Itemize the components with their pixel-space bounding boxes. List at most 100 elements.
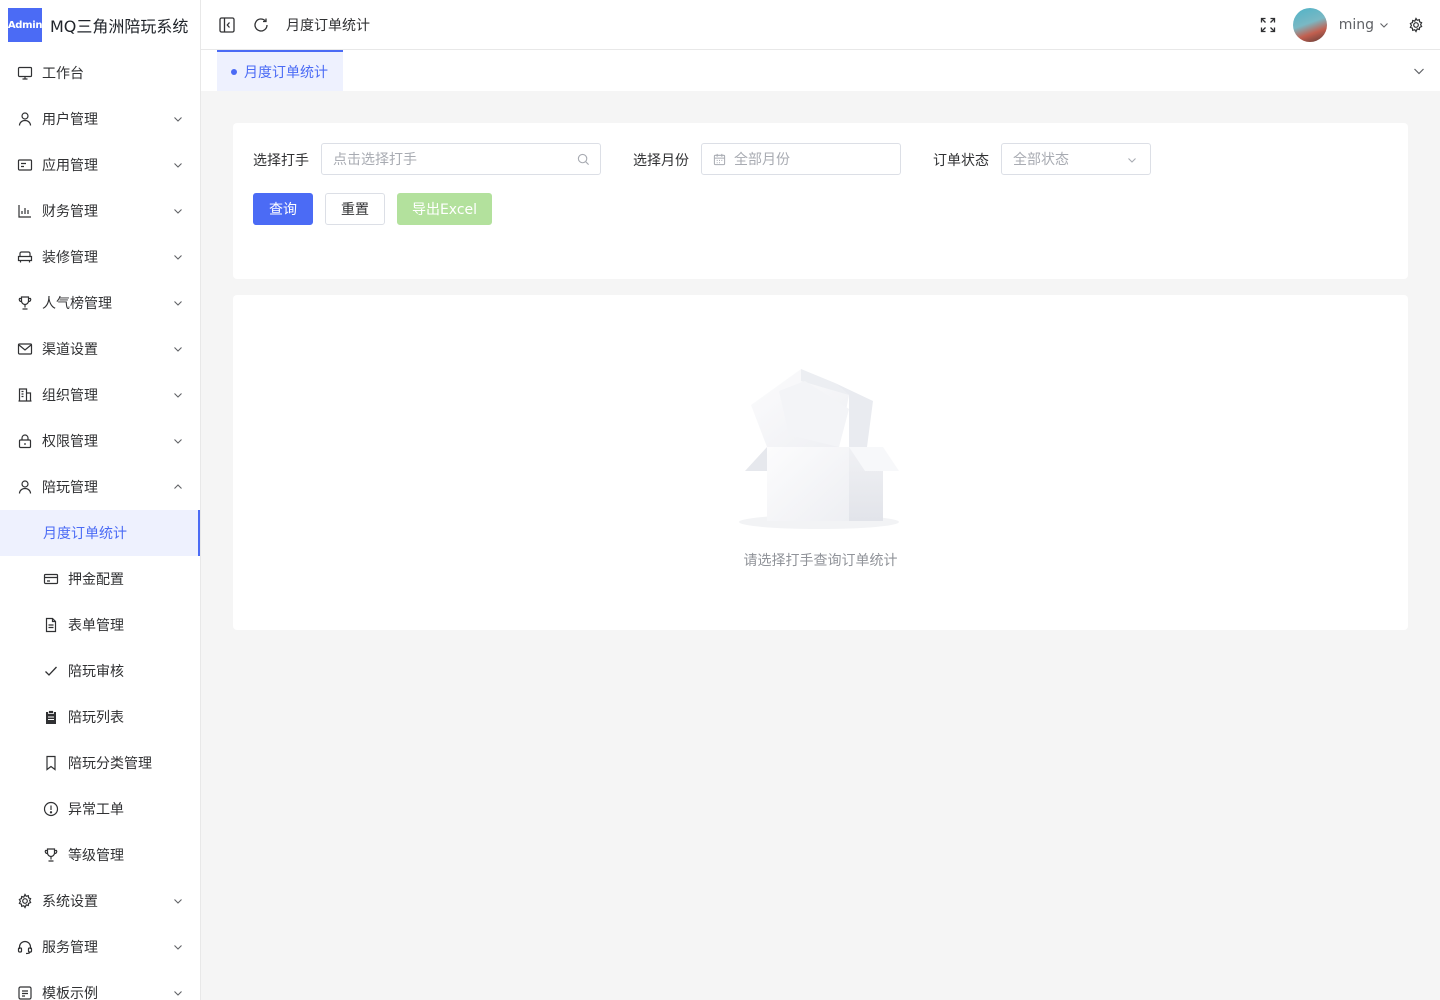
empty-box-illustration	[739, 369, 899, 529]
credit-card-icon	[43, 573, 59, 585]
sidebar-item-channel-settings[interactable]: 渠道设置	[0, 326, 200, 372]
sidebar-item-label: 押金配置	[68, 572, 124, 588]
lock-icon	[18, 434, 32, 449]
clipboard-icon	[46, 710, 56, 724]
sidebar-item-label: 陪玩管理	[42, 480, 98, 496]
document-icon	[45, 617, 57, 633]
sidebar-item-permission-management[interactable]: 权限管理	[0, 418, 200, 464]
query-button[interactable]: 查询	[253, 193, 313, 225]
sidebar-item-label: 等级管理	[68, 848, 124, 864]
chevron-down-icon[interactable]	[1412, 64, 1426, 78]
refresh-icon[interactable]	[252, 16, 270, 34]
app-logo[interactable]: Admin MQ三角洲陪玩系统	[0, 0, 200, 50]
sidebar-item-system-settings[interactable]: 系统设置	[0, 878, 200, 924]
reset-button[interactable]: 重置	[325, 193, 385, 225]
warning-circle-icon	[43, 801, 59, 817]
sidebar-item-companion-list[interactable]: 陪玩列表	[0, 694, 200, 740]
sidebar-item-label: 模板示例	[42, 986, 98, 1000]
tab-label: 月度订单统计	[244, 64, 328, 81]
sidebar-item-label: 服务管理	[42, 940, 98, 956]
sidebar-item-label: 月度订单统计	[43, 526, 127, 542]
top-header: 月度订单统计 ming	[201, 0, 1440, 50]
status-placeholder: 全部状态	[1013, 152, 1069, 168]
building-icon	[18, 388, 32, 402]
chevron-down-icon	[174, 117, 182, 122]
month-placeholder: 全部月份	[734, 152, 790, 168]
status-label: 订单状态	[933, 153, 989, 169]
sidebar-item-deposit-config[interactable]: 押金配置	[0, 556, 200, 602]
chevron-down-icon[interactable]	[1378, 19, 1390, 31]
sidebar-item-label: 系统设置	[42, 894, 98, 910]
chevron-down-icon	[174, 899, 182, 904]
calendar-icon	[713, 153, 726, 165]
sidebar-item-label: 装修管理	[42, 250, 98, 266]
template-icon	[18, 986, 32, 1000]
mail-icon	[17, 343, 33, 355]
sidebar-item-service-management[interactable]: 服务管理	[0, 924, 200, 970]
header-right: ming	[1259, 7, 1440, 42]
sofa-icon	[17, 251, 33, 263]
sidebar-item-workbench[interactable]: 工作台	[0, 50, 200, 96]
sidebar-item-label: 渠道设置	[42, 342, 98, 358]
sidebar-item-label: 陪玩审核	[68, 664, 124, 680]
status-select[interactable]: 全部状态	[1001, 143, 1151, 175]
sidebar-item-label: 人气榜管理	[42, 296, 112, 312]
username[interactable]: ming	[1339, 17, 1374, 33]
sidebar-item-form-management[interactable]: 表单管理	[0, 602, 200, 648]
sidebar-item-level-management[interactable]: 等级管理	[0, 832, 200, 878]
app-window-icon	[17, 159, 33, 171]
player-select-input[interactable]: 点击选择打手	[321, 143, 601, 175]
chevron-down-icon	[1128, 158, 1136, 163]
user-icon	[18, 112, 32, 126]
sidebar-item-label: 用户管理	[42, 112, 98, 128]
fullscreen-icon[interactable]	[1259, 16, 1277, 34]
sidebar-item-label: 财务管理	[42, 204, 98, 220]
monitor-icon	[17, 66, 33, 80]
trophy-icon	[44, 848, 58, 862]
chevron-down-icon	[174, 163, 182, 168]
avatar[interactable]	[1292, 7, 1327, 42]
chevron-down-icon	[174, 393, 182, 398]
sidebar-item-label: 应用管理	[42, 158, 98, 174]
sidebar-item-companion-category[interactable]: 陪玩分类管理	[0, 740, 200, 786]
export-excel-button[interactable]: 导出Excel	[397, 193, 492, 225]
month-picker-input[interactable]: 全部月份	[701, 143, 901, 175]
collapse-sidebar-icon[interactable]	[218, 16, 236, 34]
bar-chart-icon	[18, 205, 31, 218]
check-icon	[45, 666, 57, 676]
sidebar-item-app-management[interactable]: 应用管理	[0, 142, 200, 188]
sidebar-item-template-examples[interactable]: 模板示例	[0, 970, 200, 1000]
sidebar: Admin MQ三角洲陪玩系统 工作台 用户管理 应用管理 财务管理 装修管理 …	[0, 0, 201, 1000]
gear-icon	[18, 893, 32, 909]
sidebar-item-finance-management[interactable]: 财务管理	[0, 188, 200, 234]
logo-badge: Admin	[8, 8, 42, 42]
sidebar-item-label: 权限管理	[42, 434, 98, 450]
chevron-up-icon	[174, 484, 182, 489]
gear-icon[interactable]	[1408, 16, 1424, 33]
sidebar-item-label: 陪玩列表	[68, 710, 124, 726]
sidebar-item-organization-management[interactable]: 组织管理	[0, 372, 200, 418]
chevron-down-icon	[174, 347, 182, 352]
filter-card: 选择打手 点击选择打手 选择月份 全部月份 订单状态 全部状态 查询 重置 导出…	[233, 123, 1408, 279]
sidebar-item-label: 异常工单	[68, 802, 124, 818]
result-card: 请选择打手查询订单统计	[233, 295, 1408, 630]
chevron-down-icon	[174, 209, 182, 214]
sidebar-item-companion-review[interactable]: 陪玩审核	[0, 648, 200, 694]
chevron-down-icon	[174, 301, 182, 306]
app-title: MQ三角洲陪玩系统	[50, 17, 189, 36]
empty-state-text: 请选择打手查询订单统计	[743, 553, 898, 569]
tab-monthly-order-stats[interactable]: 月度订单统计	[217, 50, 343, 91]
sidebar-item-popularity-management[interactable]: 人气榜管理	[0, 280, 200, 326]
active-dot	[231, 68, 237, 75]
chevron-down-icon	[174, 439, 182, 444]
sidebar-item-label: 陪玩分类管理	[68, 756, 152, 772]
chevron-down-icon	[174, 991, 182, 996]
sidebar-item-exception-tickets[interactable]: 异常工单	[0, 786, 200, 832]
sidebar-item-decoration-management[interactable]: 装修管理	[0, 234, 200, 280]
sidebar-item-companion-management[interactable]: 陪玩管理	[0, 464, 200, 510]
tabs-bar: 月度订单统计	[201, 50, 1440, 91]
bookmark-icon	[46, 755, 56, 771]
player-placeholder: 点击选择打手	[333, 152, 417, 168]
sidebar-item-monthly-order-stats[interactable]: 月度订单统计	[0, 510, 200, 556]
sidebar-item-user-management[interactable]: 用户管理	[0, 96, 200, 142]
